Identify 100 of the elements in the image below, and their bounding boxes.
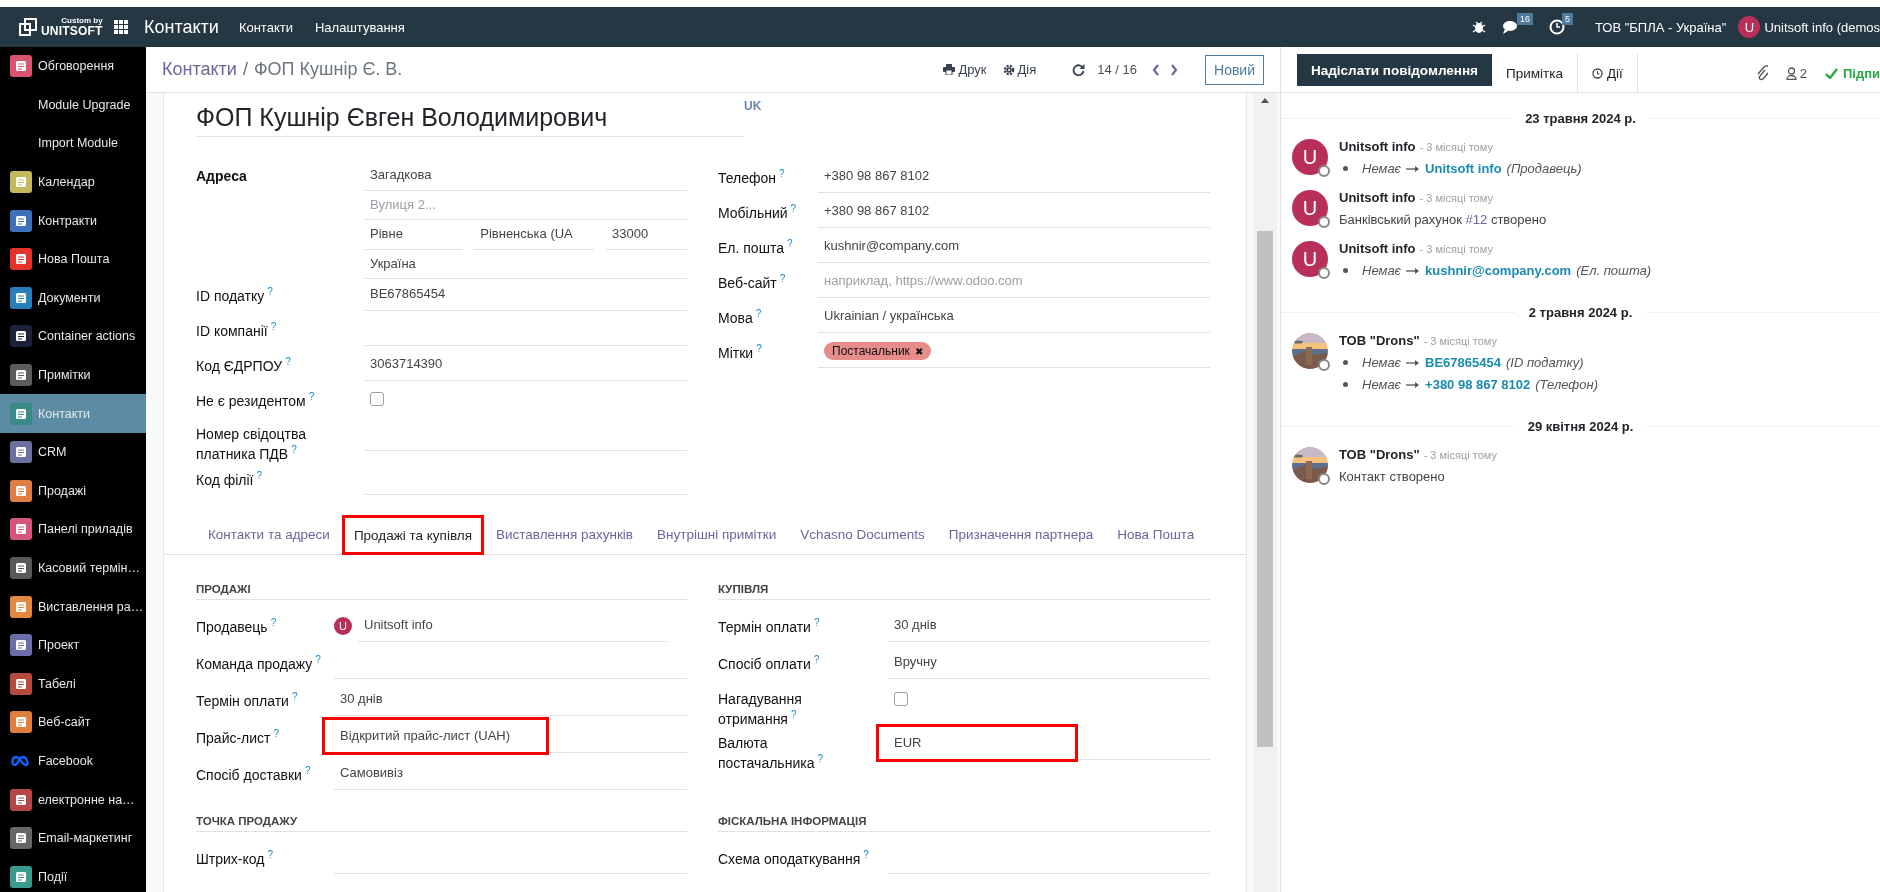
checkbox[interactable] <box>370 392 384 406</box>
tab[interactable]: Внутрішні примітки <box>645 527 789 555</box>
status-icon <box>1318 216 1330 228</box>
new-value[interactable]: BE67865454 <box>1425 355 1501 370</box>
author-name[interactable]: Unitsoft info <box>1339 139 1416 154</box>
old-value: Немає <box>1362 263 1402 278</box>
record-link[interactable]: #12 <box>1465 212 1488 227</box>
input-field[interactable]: EUR <box>888 728 1210 761</box>
tab[interactable]: Контакти та адреси <box>196 527 342 555</box>
input-field[interactable]: Самовивіз <box>334 758 687 791</box>
count-badge: 16 <box>1516 13 1533 25</box>
sidebar-item[interactable]: Веб-сайт <box>0 703 146 742</box>
scrollbar[interactable] <box>1253 93 1277 892</box>
clock-icon[interactable] <box>1548 19 1565 35</box>
sidebar-item[interactable]: Facebook <box>0 741 146 781</box>
action-button[interactable]: Дія <box>1002 62 1037 77</box>
sidebar-item[interactable]: Табелі <box>0 664 146 704</box>
author-name[interactable]: Unitsoft info <box>1339 190 1416 205</box>
paperclip-icon[interactable] <box>1755 65 1768 81</box>
input-field[interactable]: 33000 <box>606 220 687 250</box>
sidebar-item[interactable]: електронне на… <box>0 780 146 819</box>
arrow-icon <box>1406 380 1421 389</box>
author-name[interactable]: ТОВ "Drons" <box>1339 447 1420 462</box>
new-value[interactable]: +380 98 867 8102 <box>1425 377 1531 392</box>
chatter-tab[interactable]: Надіслати повідомлення <box>1297 54 1492 86</box>
input-field[interactable]: +380 98 867 8102 <box>818 161 1210 193</box>
input-field[interactable]: BE67865454 <box>364 279 687 311</box>
apps-menu-icon[interactable] <box>114 20 128 34</box>
sidebar-item[interactable]: Документи <box>0 278 146 318</box>
refresh-icon[interactable] <box>1072 63 1086 76</box>
menu-item[interactable]: Контакти <box>238 19 293 35</box>
sidebar-item[interactable]: Примітки <box>0 355 146 395</box>
input-field[interactable]: Ukrainian / українська <box>818 301 1210 333</box>
sidebar-item[interactable]: Import Module <box>0 124 146 163</box>
input-field[interactable]: kushnir@company.com <box>818 231 1210 263</box>
input-field[interactable]: 30 днів <box>888 610 1210 643</box>
new-value[interactable]: kushnir@company.com <box>1425 263 1572 278</box>
bug-icon[interactable] <box>1471 20 1486 34</box>
count-badge: 5 <box>1561 13 1573 25</box>
language-button[interactable]: UK <box>744 99 762 113</box>
sidebar-item[interactable]: Виставлення ра… <box>0 587 146 626</box>
tab[interactable]: Нова Пошта <box>1105 527 1207 555</box>
author-name[interactable]: ТОВ "Drons" <box>1339 333 1420 348</box>
input-field[interactable]: +380 98 867 8102 <box>818 196 1210 228</box>
user-avatar: U <box>1292 241 1328 277</box>
sidebar-item[interactable]: Події <box>0 857 146 892</box>
sidebar-item[interactable]: Продажі <box>0 471 146 511</box>
sidebar-item[interactable]: Обговорення <box>0 47 146 86</box>
checkbox[interactable] <box>894 692 908 707</box>
clock-icon <box>1591 67 1603 79</box>
tab[interactable]: Виставлення рахунків <box>483 527 646 555</box>
field-label: ID податку $^{?}$ <box>196 285 274 305</box>
sidebar-item[interactable]: Календар <box>0 162 146 202</box>
section-heading: ПРОДАЖІ <box>196 583 687 601</box>
tab[interactable]: Vchasno Documents <box>788 527 937 555</box>
check-icon <box>1824 67 1838 79</box>
tab[interactable]: Продажі та купівля <box>341 515 484 556</box>
author-name[interactable]: Unitsoft info <box>1339 241 1416 256</box>
date-separator: 23 травня 2024 р. <box>1524 111 1637 126</box>
sidebar-item[interactable]: Панелі приладів <box>0 510 146 549</box>
company-switcher[interactable]: ТОВ "БПЛА - Україна" <box>1594 19 1727 35</box>
arrow-icon <box>1406 266 1421 275</box>
input-field[interactable]: Україна <box>364 249 687 279</box>
print-button[interactable]: Друк <box>943 62 987 77</box>
bullet-icon <box>1343 382 1348 387</box>
input-field[interactable]: Рівненська (UA <box>474 220 594 250</box>
input-field[interactable]: 30 днів <box>334 684 687 717</box>
sidebar-item[interactable]: Касовий термін… <box>0 548 146 588</box>
input-field[interactable]: Загадкова <box>364 161 687 191</box>
sidebar-item[interactable]: Module Upgrade <box>0 85 146 125</box>
sidebar-item[interactable]: Container actions <box>0 317 146 356</box>
sidebar-item[interactable]: Email-маркетинг <box>0 818 146 858</box>
input-field[interactable]: Відкритий прайс-лист (UAH) <box>334 721 687 754</box>
breadcrumb-link[interactable]: Контакти <box>162 59 237 80</box>
user-name[interactable]: Unitsoft info (demos <box>1764 19 1880 35</box>
sidebar-item[interactable]: Нова Пошта <box>0 239 146 279</box>
input-field[interactable]: Вручну <box>888 647 1210 680</box>
input-field[interactable]: Рівне <box>364 220 463 250</box>
status-icon <box>1318 359 1330 371</box>
brand-caption: Custom by <box>61 17 103 25</box>
field-label: Термін оплати $^{?}$ <box>196 690 299 710</box>
chat-icon[interactable] <box>1501 19 1520 35</box>
input-field[interactable]: 3063714390 <box>364 349 687 381</box>
remove-icon[interactable]: ✖ <box>914 345 923 357</box>
followers-button[interactable]: 2 <box>1785 65 1807 81</box>
tab[interactable]: Призначення партнера <box>936 527 1106 555</box>
new-button[interactable]: Новий <box>1205 54 1264 85</box>
app-title[interactable]: Контакти <box>144 16 219 38</box>
sidebar-item[interactable]: CRM <box>0 432 146 472</box>
menu-item[interactable]: Налаштування <box>314 19 405 35</box>
input-field[interactable]: Unitsoft info <box>358 610 667 643</box>
message-text: Контакт створено <box>1339 469 1446 484</box>
sidebar-item[interactable]: Контракти <box>0 201 146 240</box>
name-field[interactable]: ФОП Кушнір Євген Володимирович <box>196 97 744 137</box>
sidebar-item[interactable]: Проект <box>0 625 146 665</box>
field-label: Веб-сайт $^{?}$ <box>718 272 787 292</box>
tags-field[interactable]: Постачальник ✖ <box>818 336 1210 368</box>
user-avatar[interactable]: U <box>1738 16 1761 38</box>
new-value[interactable]: Unitsoft info <box>1425 161 1502 176</box>
section-heading: ФІСКАЛЬНА ІНФОРМАЦІЯ <box>718 815 1210 833</box>
